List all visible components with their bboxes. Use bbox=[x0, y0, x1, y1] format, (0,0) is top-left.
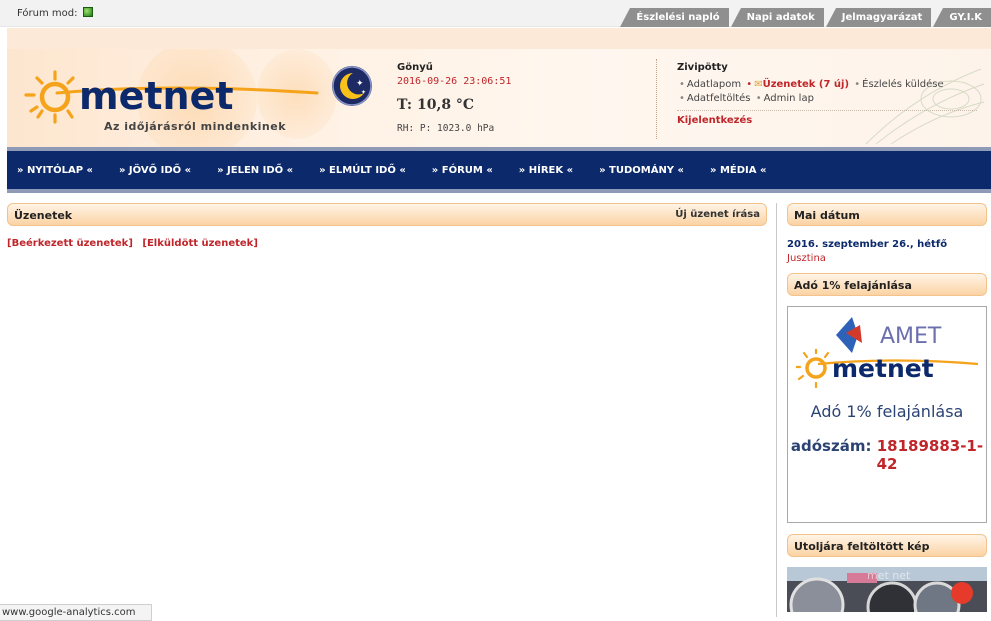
nav-media[interactable]: » MÉDIA « bbox=[710, 165, 766, 176]
page-title: Üzenetek bbox=[14, 209, 73, 222]
link-admin[interactable]: Admin lap bbox=[764, 93, 814, 104]
svg-text:✦: ✦ bbox=[356, 79, 364, 89]
tab-jelmagyarazat[interactable]: Jelmagyarázat bbox=[825, 8, 932, 27]
main-nav-wrapper: » NYITÓLAP « » JÖVŐ IDŐ « » JELEN IDŐ « … bbox=[7, 147, 991, 193]
photo-watermark: met net bbox=[867, 569, 911, 582]
forum-mode-toggle[interactable] bbox=[83, 7, 94, 17]
tab-gyik[interactable]: GY.I.K bbox=[933, 8, 991, 27]
browser-status-bar: www.google-analytics.com bbox=[0, 604, 152, 621]
nav-tudomany[interactable]: » TUDOMÁNY « bbox=[599, 165, 684, 176]
logo-text: metnet bbox=[79, 74, 234, 118]
sun-icon bbox=[805, 357, 827, 379]
last-image-header: Utoljára feltöltött kép bbox=[787, 534, 987, 557]
forum-mode-label: Fórum mod: bbox=[17, 8, 78, 19]
nav-forum[interactable]: » FÓRUM « bbox=[432, 165, 493, 176]
envelope-icon: ✉ bbox=[754, 79, 763, 90]
night-moon-icon: ✦ ✦ bbox=[332, 66, 372, 106]
banner-metnet-text: metnet bbox=[832, 354, 934, 383]
last-image-title: Utoljára feltöltött kép bbox=[794, 540, 930, 553]
nameday: Jusztina bbox=[787, 253, 826, 264]
nav-elmult-ido[interactable]: » ELMÚLT IDŐ « bbox=[319, 165, 406, 176]
decor-swirl bbox=[865, 68, 985, 145]
messages-header: Üzenetek Új üzenet írása bbox=[7, 203, 767, 226]
station-weather: Gönyű 2016-09-26 23:06:51 T: 10,8 °C RH:… bbox=[397, 62, 637, 134]
date-title: Mai dátum bbox=[794, 209, 860, 222]
link-upload-data[interactable]: Adatfeltöltés bbox=[687, 93, 751, 104]
date-header: Mai dátum bbox=[787, 203, 987, 226]
ado-header: Adó 1% felajánlása bbox=[787, 273, 987, 296]
main-content: Üzenetek Új üzenet írása [Beérkezett üze… bbox=[7, 203, 767, 249]
sun-icon bbox=[24, 70, 75, 124]
site-header: metnet Az időjárásról mindenkinek ✦ ✦ Gö… bbox=[7, 49, 991, 147]
forum-mode: Fórum mod: bbox=[17, 7, 94, 19]
slogan: Az időjárásról mindenkinek bbox=[104, 120, 287, 133]
link-messages[interactable]: Üzenetek (7 új) bbox=[763, 79, 849, 90]
tab-napi-adatok[interactable]: Napi adatok bbox=[730, 8, 824, 27]
amet-text: AMET bbox=[880, 324, 942, 349]
ado-banner-text: Adó 1% felajánlása bbox=[810, 402, 964, 421]
last-uploaded-photo[interactable]: met net bbox=[787, 567, 987, 612]
top-tabs: Észlelési napló Napi adatok Jelmagyaráza… bbox=[618, 8, 991, 27]
nav-hirek[interactable]: » HÍREK « bbox=[519, 165, 573, 176]
tab-eszlelesi-naplo[interactable]: Észlelési napló bbox=[620, 8, 729, 27]
nav-nyitolap[interactable]: » NYITÓLAP « bbox=[17, 165, 93, 176]
station-datetime: 2016-09-26 23:06:51 bbox=[397, 76, 512, 87]
photo-image: met net bbox=[787, 567, 987, 612]
station-humidity-pressure: RH: P: 1023.0 hPa bbox=[397, 123, 495, 134]
message-folders: [Beérkezett üzenetek] [Elküldött üzenete… bbox=[7, 238, 767, 249]
station-name[interactable]: Gönyű bbox=[397, 62, 637, 73]
new-message-link[interactable]: Új üzenet írása bbox=[675, 209, 760, 220]
sent-link[interactable]: [Elküldött üzenetek] bbox=[142, 238, 258, 249]
link-profile[interactable]: Adatlapom bbox=[687, 79, 741, 90]
header-divider bbox=[656, 59, 657, 139]
nav-jelen-ido[interactable]: » JELEN IDŐ « bbox=[217, 165, 293, 176]
ado-banner[interactable]: AMET metnet Adó 1% felajánlása adószám: … bbox=[787, 306, 987, 523]
inbox-link[interactable]: [Beérkezett üzenetek] bbox=[7, 238, 133, 249]
ado-szam: adószám: 18189883-1-42 bbox=[788, 437, 986, 473]
column-divider bbox=[776, 203, 777, 617]
station-temperature: T: 10,8 °C bbox=[397, 97, 475, 113]
sidebar: Mai dátum 2016. szeptember 26., hétfő Ju… bbox=[787, 203, 987, 612]
current-date: 2016. szeptember 26., hétfő bbox=[787, 239, 948, 250]
nav-jovo-ido[interactable]: » JÖVŐ IDŐ « bbox=[119, 165, 191, 176]
banner-metnet-logo: metnet bbox=[796, 349, 979, 389]
main-nav: » NYITÓLAP « » JÖVŐ IDŐ « » JELEN IDŐ « … bbox=[7, 151, 991, 189]
header-strip bbox=[7, 28, 991, 49]
svg-text:✦: ✦ bbox=[361, 89, 366, 96]
ado-title: Adó 1% felajánlása bbox=[794, 279, 912, 292]
ado-szam-label: adószám: bbox=[790, 437, 872, 455]
top-bar: Fórum mod: Észlelési napló Napi adatok J… bbox=[0, 0, 991, 27]
ado-szam-number: 18189883-1-42 bbox=[876, 437, 984, 473]
